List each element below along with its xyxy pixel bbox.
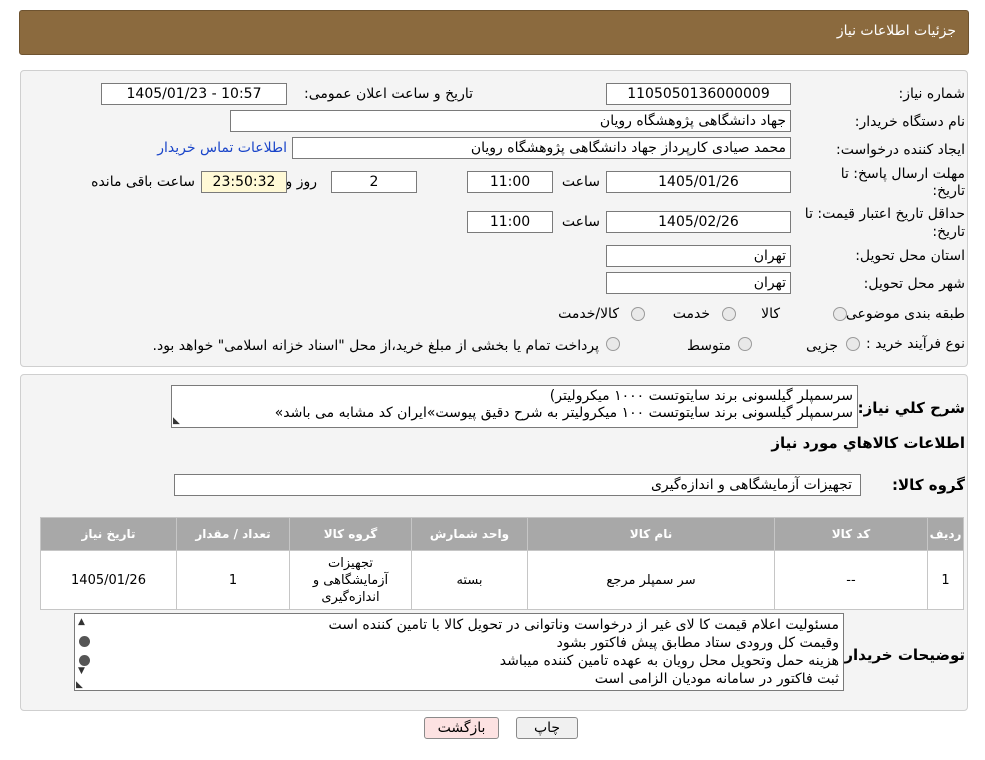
process-treasury-note: پرداخت تمام یا بخشی از مبلغ خرید،از محل … <box>152 338 599 354</box>
cell-quantity: 1 <box>176 550 290 610</box>
process-label: نوع فرآیند خرید : <box>866 336 965 352</box>
notes-scroll-down-icon[interactable]: ▼ <box>78 666 90 676</box>
buyer-note-line: هزینه حمل وتحویل محل رویان به عهده تامین… <box>499 653 839 669</box>
days-label: روز و <box>285 174 318 190</box>
remaining-time-label: ساعت باقی مانده <box>91 174 195 190</box>
page-header: جزئیات اطلاعات نیاز <box>19 10 969 55</box>
category-service-radio[interactable] <box>722 307 736 321</box>
description-label: شرح کلي نياز: <box>857 399 965 417</box>
validity-date-field: 1405/02/26 <box>606 211 791 233</box>
col-row: ردیف <box>927 517 964 551</box>
category-goods-radio[interactable] <box>833 307 847 321</box>
validity-time-field: 11:00 <box>467 211 553 233</box>
category-goods-service-radio[interactable] <box>631 307 645 321</box>
table-row: 1 -- سر سمپلر مرجع بسته تجهیزات آزمایشگا… <box>40 550 964 610</box>
buyer-note-line: وقیمت کل ورودی ستاد مطابق پیش فاکتور بشو… <box>556 635 839 651</box>
cell-group: تجهیزات آزمایشگاهی و اندازه‌گیری <box>289 550 412 610</box>
description-textarea: سرسمپلر گیلسونی برند سایتوتست ۱۰۰۰ میکرو… <box>171 385 858 428</box>
validity-label-line1: حداقل تاریخ اعتبار قیمت: تا <box>804 206 965 222</box>
creator-field: محمد صیادی کارپرداز جهاد دانشگاهی پژوهشگ… <box>292 137 791 159</box>
process-minor-radio[interactable] <box>846 337 860 351</box>
notes-scroll-thumb[interactable] <box>79 636 90 647</box>
buyer-org-field: جهاد دانشگاهی پژوهشگاه رویان <box>230 110 791 132</box>
col-quantity: تعداد / مقدار <box>176 517 290 551</box>
goods-group-field: تجهیزات آزمایشگاهی و اندازه‌گیری <box>174 474 861 496</box>
buyer-contact-link[interactable]: اطلاعات تماس خریدار <box>157 140 287 156</box>
province-field: تهران <box>606 245 791 267</box>
category-goods-service-label: کالا/خدمت <box>558 306 619 322</box>
category-label: طبقه بندی موضوعی: <box>841 306 965 322</box>
need-number-field: 1105050136000009 <box>606 83 791 105</box>
remaining-days-field: 2 <box>331 171 417 193</box>
need-number-label: شماره نیاز: <box>898 86 966 102</box>
deadline-time-label: ساعت <box>561 174 600 190</box>
resize-grip-icon[interactable]: ◣ <box>173 416 180 426</box>
notes-scroll-thumb-secondary <box>79 655 90 666</box>
province-label: استان محل تحویل: <box>855 248 965 264</box>
process-treasury-checkbox[interactable] <box>606 337 620 351</box>
deadline-date-field: 1405/01/26 <box>606 171 791 193</box>
buyer-notes-label: توضیحات خریدار: <box>838 646 965 664</box>
city-field: تهران <box>606 272 791 294</box>
cell-need-date: 1405/01/26 <box>40 550 177 610</box>
buyer-note-line: ثبت فاکتور در سامانه مودیان الزامی است <box>594 671 839 687</box>
description-line: سرسمپلر گیلسونی برند سایتوتست ۱۰۰ میکرول… <box>274 405 853 421</box>
description-line: سرسمپلر گیلسونی برند سایتوتست ۱۰۰۰ میکرو… <box>549 388 853 404</box>
process-medium-radio[interactable] <box>738 337 752 351</box>
notes-resize-grip-icon[interactable]: ◣ <box>76 680 83 690</box>
col-unit: واحد شمارش <box>411 517 528 551</box>
back-button[interactable]: بازگشت <box>424 717 499 739</box>
cell-unit: بسته <box>411 550 528 610</box>
creator-label: ایجاد کننده درخواست: <box>836 142 965 158</box>
validity-time-label: ساعت <box>561 214 600 230</box>
buyer-org-label: نام دستگاه خریدار: <box>854 114 965 130</box>
cell-code: -- <box>774 550 928 610</box>
buyer-notes-textarea: مسئولیت اعلام قیمت کا لای غیر از درخواست… <box>74 613 844 691</box>
buyer-note-line: مسئولیت اعلام قیمت کا لای غیر از درخواست… <box>328 617 839 633</box>
city-label: شهر محل تحویل: <box>863 276 965 292</box>
col-code: کد کالا <box>774 517 928 551</box>
col-group: گروه کالا <box>289 517 412 551</box>
remaining-time-field: 23:50:32 <box>201 171 287 193</box>
process-minor-label: جزیی <box>806 338 838 354</box>
process-medium-label: متوسط <box>687 338 731 354</box>
announce-field: 1405/01/23 - 10:57 <box>101 83 287 105</box>
goods-section-title: اطلاعات کالاهاي مورد نياز <box>771 434 965 452</box>
col-name: نام کالا <box>527 517 775 551</box>
goods-group-label: گروه کالا: <box>892 476 965 494</box>
deadline-time-field: 11:00 <box>467 171 553 193</box>
notes-scroll-up-icon[interactable]: ▲ <box>78 617 90 627</box>
validity-label-line2: تاریخ: <box>932 224 965 240</box>
print-button[interactable]: چاپ <box>516 717 578 739</box>
category-goods-label: کالا <box>761 306 780 322</box>
cell-name: سر سمپلر مرجع <box>527 550 775 610</box>
cell-row: 1 <box>927 550 964 610</box>
category-service-label: خدمت <box>672 306 710 322</box>
deadline-label-line2: تاریخ: <box>932 183 965 199</box>
goods-table-header: ردیف کد کالا نام کالا واحد شمارش گروه کا… <box>40 517 964 551</box>
col-need-date: تاریخ نیاز <box>40 517 177 551</box>
announce-label: تاریخ و ساعت اعلان عمومی: <box>304 86 473 102</box>
page-title: جزئیات اطلاعات نیاز <box>836 23 956 39</box>
deadline-label-line1: مهلت ارسال پاسخ: تا <box>840 166 965 182</box>
goods-table: ردیف کد کالا نام کالا واحد شمارش گروه کا… <box>40 517 964 610</box>
